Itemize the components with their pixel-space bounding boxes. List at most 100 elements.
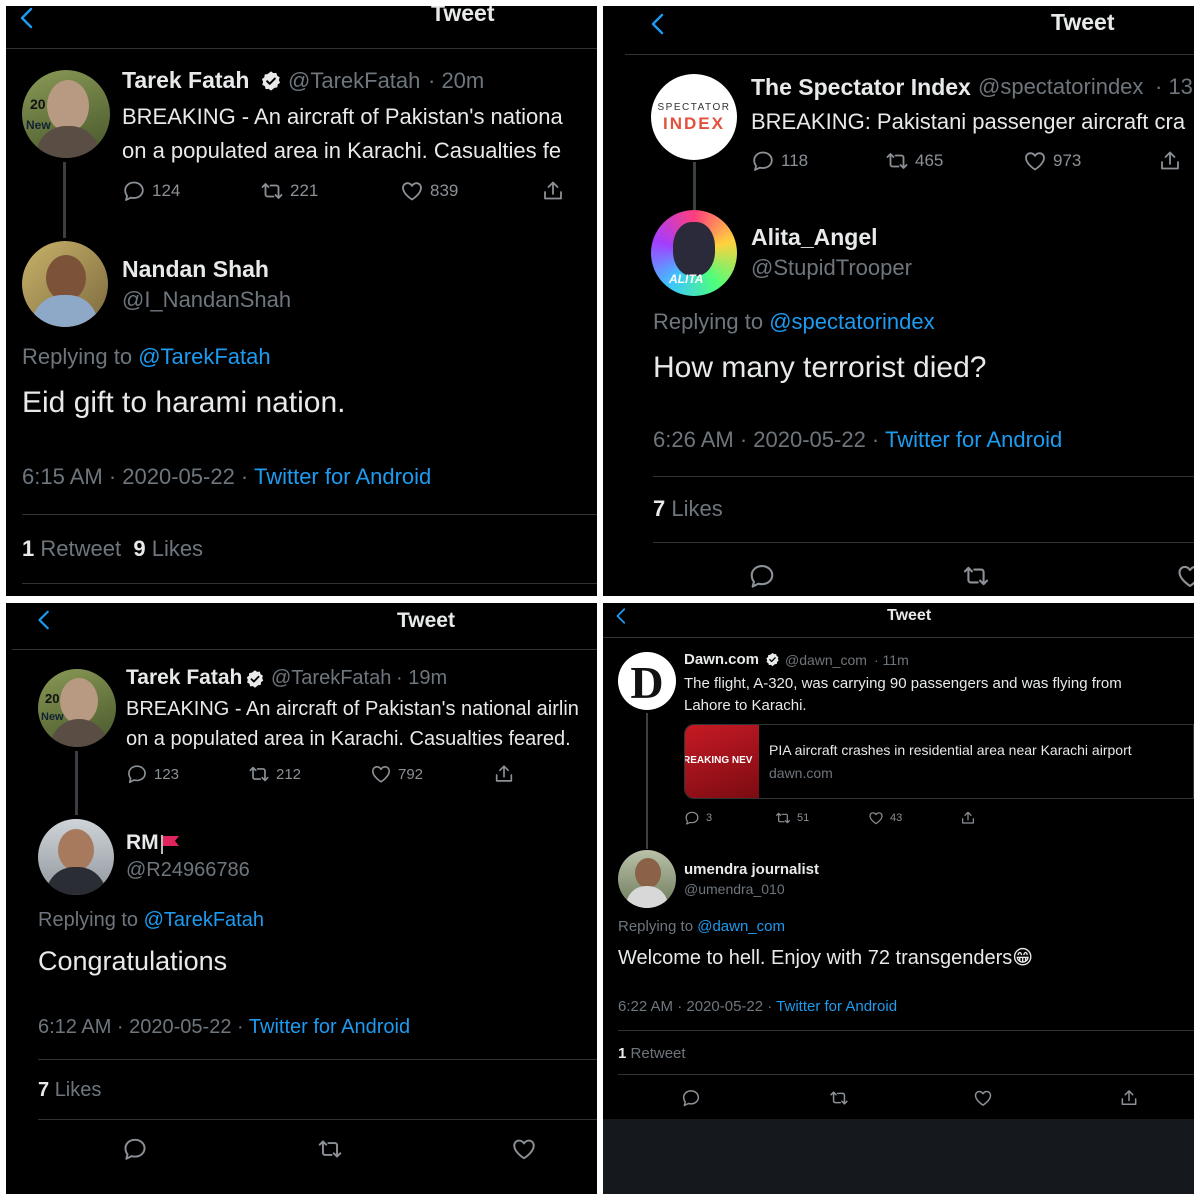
back-chevron-icon[interactable] xyxy=(613,605,631,627)
author-handle[interactable]: @dawn_com xyxy=(785,652,867,668)
like-total[interactable]: 9 xyxy=(133,536,145,561)
retweet-total[interactable]: 1 xyxy=(618,1045,626,1062)
retweet-icon xyxy=(248,763,270,785)
avatar[interactable]: 20 New xyxy=(22,70,110,158)
reply-author-name[interactable]: umendra journalist xyxy=(684,861,819,878)
reply-count[interactable]: 123 xyxy=(126,763,179,785)
share-icon[interactable] xyxy=(541,179,565,203)
author-name[interactable]: The Spectator Index xyxy=(751,74,971,101)
reply-count[interactable]: 124 xyxy=(122,179,180,203)
avatar-caption: New xyxy=(41,711,64,723)
tweet-text-line: on a populated area in Karachi. Casualti… xyxy=(126,728,571,750)
reply-author-handle[interactable]: @R24966786 xyxy=(126,859,250,882)
replying-to-link[interactable]: @spectatorindex xyxy=(769,309,934,334)
reply-icon[interactable] xyxy=(681,1088,701,1108)
avatar[interactable]: ALITA xyxy=(651,210,737,296)
author-name[interactable]: Tarek Fatah xyxy=(122,67,249,94)
retweet-total-label[interactable]: Retweet xyxy=(631,1045,686,1062)
author-name[interactable]: Dawn.com xyxy=(684,651,759,668)
reply-author-handle[interactable]: @I_NandanShah xyxy=(122,287,291,313)
author-handle[interactable]: @TarekFatah xyxy=(271,667,391,690)
like-icon[interactable] xyxy=(511,1136,537,1162)
retweet-total-label[interactable]: Retweet xyxy=(40,536,121,561)
replying-to-link[interactable]: @TarekFatah xyxy=(138,344,270,369)
share-icon[interactable] xyxy=(493,763,515,785)
reply-icon xyxy=(122,179,146,203)
divider xyxy=(653,542,1194,543)
avatar[interactable] xyxy=(22,241,108,327)
link-card-domain: dawn.com xyxy=(769,765,833,781)
share-icon[interactable] xyxy=(1158,149,1182,173)
replying-to-prefix: Replying to xyxy=(22,344,133,369)
thread-line xyxy=(75,751,78,815)
avatar[interactable]: D xyxy=(618,652,676,710)
author-name[interactable]: Tarek Fatah xyxy=(126,666,242,690)
reply-icon[interactable] xyxy=(122,1136,148,1162)
retweet-count[interactable]: 51 xyxy=(775,810,809,826)
replying-to: Replying to @dawn_com xyxy=(618,918,785,935)
logo-text-top: SPECTATOR xyxy=(657,102,731,113)
reply-author-handle[interactable]: @umendra_010 xyxy=(684,881,785,897)
reply-icon[interactable] xyxy=(748,562,776,590)
share-icon[interactable] xyxy=(960,810,976,826)
share-icon[interactable] xyxy=(1119,1088,1139,1108)
like-total-label[interactable]: Likes xyxy=(55,1079,102,1101)
replying-to-link[interactable]: @TarekFatah xyxy=(144,909,264,931)
tweet-source-link[interactable]: Twitter for Android xyxy=(249,1016,410,1038)
like-count[interactable]: 792 xyxy=(370,763,423,785)
retweet-count-value: 51 xyxy=(797,812,810,824)
reply-icon xyxy=(126,763,148,785)
like-total-label[interactable]: Likes xyxy=(671,496,722,521)
back-chevron-icon[interactable] xyxy=(34,607,56,633)
like-count[interactable]: 839 xyxy=(400,179,458,203)
divider xyxy=(22,583,597,584)
avatar-caption: New xyxy=(26,118,51,132)
reply-count[interactable]: 3 xyxy=(684,810,712,826)
avatar[interactable]: 20 New xyxy=(38,669,116,747)
avatar[interactable] xyxy=(38,819,114,895)
tweet-time: · 19m xyxy=(396,667,448,689)
avatar[interactable]: SPECTATOR INDEX xyxy=(651,74,737,160)
like-icon[interactable] xyxy=(1176,562,1194,590)
tweet-text-line: Lahore to Karachi. xyxy=(684,697,807,714)
reply-text: Eid gift to harami nation. xyxy=(22,386,346,419)
like-total[interactable]: 7 xyxy=(38,1079,49,1101)
tweet-source-link[interactable]: Twitter for Android xyxy=(776,998,897,1015)
retweet-icon[interactable] xyxy=(828,1088,850,1108)
tweet-text-line: The flight, A-320, was carrying 90 passe… xyxy=(684,675,1122,692)
author-handle[interactable]: @TarekFatah xyxy=(288,68,420,94)
retweet-count[interactable]: 221 xyxy=(260,179,318,203)
reply-author-name[interactable]: Alita_Angel xyxy=(751,224,878,251)
retweet-count[interactable]: 465 xyxy=(885,149,943,173)
divider xyxy=(618,1074,1194,1075)
back-chevron-icon[interactable] xyxy=(16,6,40,32)
retweet-count[interactable]: 212 xyxy=(248,763,301,785)
avatar[interactable] xyxy=(618,850,676,908)
reply-author-name[interactable]: RM xyxy=(126,831,159,855)
header-divider xyxy=(6,48,597,49)
reply-author-name[interactable]: Nandan Shah xyxy=(122,256,269,283)
tweet-source-link[interactable]: Twitter for Android xyxy=(254,464,431,489)
link-card[interactable]: REAKING NEV PIA aircraft crashes in resi… xyxy=(684,724,1194,799)
replying-to-prefix: Replying to xyxy=(618,918,694,935)
retweet-icon xyxy=(775,810,791,826)
like-total-label[interactable]: Likes xyxy=(152,536,203,561)
back-chevron-icon[interactable] xyxy=(647,10,671,38)
retweet-total[interactable]: 1 xyxy=(22,536,34,561)
reply-count[interactable]: 118 xyxy=(751,149,808,173)
like-count[interactable]: 973 xyxy=(1023,149,1081,173)
reply-author-name-text: RM xyxy=(126,831,159,854)
tweet-time: · 20m xyxy=(428,68,485,93)
timestamp-text: 6:26 AM · 2020-05-22 · xyxy=(653,427,880,452)
replying-to-link[interactable]: @dawn_com xyxy=(697,918,785,935)
reply-author-handle[interactable]: @StupidTrooper xyxy=(751,255,912,281)
like-total[interactable]: 7 xyxy=(653,496,665,521)
like-icon[interactable] xyxy=(973,1088,993,1108)
like-count[interactable]: 43 xyxy=(868,810,902,826)
replying-to-prefix: Replying to xyxy=(38,909,139,931)
tweet-source-link[interactable]: Twitter for Android xyxy=(885,427,1062,452)
retweet-icon[interactable] xyxy=(316,1136,344,1162)
author-handle[interactable]: @spectatorindex xyxy=(978,74,1143,100)
retweet-icon[interactable] xyxy=(961,562,991,590)
tweet-text-line: BREAKING - An aircraft of Pakistan's nat… xyxy=(126,698,579,720)
